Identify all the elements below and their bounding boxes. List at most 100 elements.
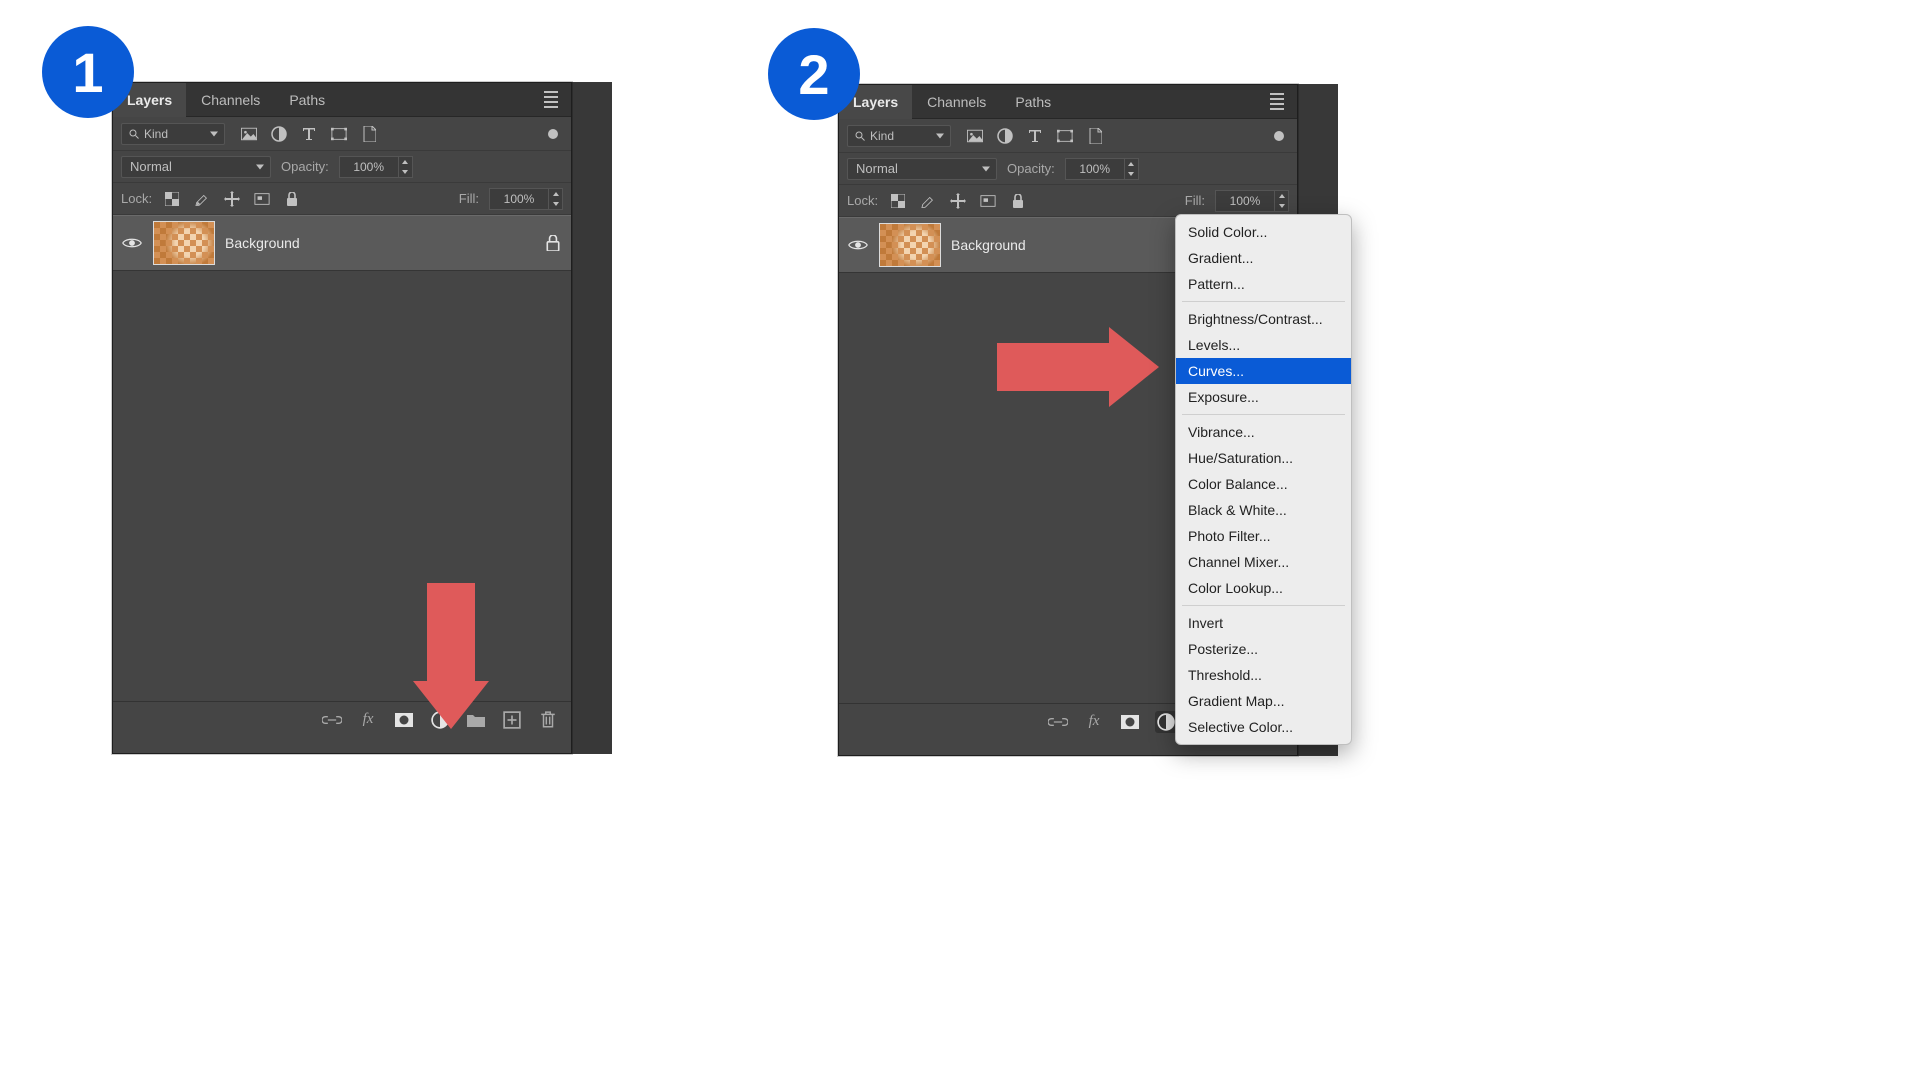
lock-position-icon[interactable] [222, 189, 242, 209]
filter-shape-icon[interactable] [329, 124, 349, 144]
layer-mask-icon[interactable] [393, 709, 415, 731]
lock-row: Lock: Fill: 100% [839, 185, 1297, 217]
blend-mode-value: Normal [130, 159, 172, 174]
filter-kind-label: Kind [144, 127, 168, 141]
menu-item-brightness-contrast[interactable]: Brightness/Contrast... [1176, 306, 1351, 332]
lock-all-icon[interactable] [282, 189, 302, 209]
layer-name-label: Background [951, 237, 1026, 253]
callout-arrow-down [413, 583, 489, 743]
link-layers-icon[interactable] [321, 709, 343, 731]
opacity-input[interactable]: 100% [1065, 158, 1125, 180]
tab-label-layers: Layers [853, 94, 898, 110]
menu-item-solid-color[interactable]: Solid Color... [1176, 219, 1351, 245]
layer-row-background[interactable]: Background [113, 215, 571, 271]
fill-stepper[interactable] [1275, 190, 1289, 212]
filter-toggle-icon[interactable] [1269, 126, 1289, 146]
fill-value: 100% [504, 192, 535, 206]
panel-menu-icon[interactable] [537, 86, 565, 114]
menu-item-hue-saturation[interactable]: Hue/Saturation... [1176, 445, 1351, 471]
menu-item-black-white[interactable]: Black & White... [1176, 497, 1351, 523]
filter-adjustment-icon[interactable] [995, 126, 1015, 146]
tab-label-channels: Channels [927, 94, 986, 110]
blend-mode-value: Normal [856, 161, 898, 176]
tutorial-step-1: 1 Layers Channels Paths Kind [84, 38, 624, 758]
panel-menu-icon[interactable] [1263, 88, 1291, 116]
menu-item-selective-color[interactable]: Selective Color... [1176, 714, 1351, 740]
delete-layer-icon[interactable] [537, 709, 559, 731]
layers-panel: Layers Channels Paths Kind [112, 82, 572, 754]
menu-item-gradient-map[interactable]: Gradient Map... [1176, 688, 1351, 714]
menu-item-pattern[interactable]: Pattern... [1176, 271, 1351, 297]
lock-all-icon[interactable] [1008, 191, 1028, 211]
blend-mode-select[interactable]: Normal [121, 156, 271, 178]
tab-label-channels: Channels [201, 92, 260, 108]
menu-item-posterize[interactable]: Posterize... [1176, 636, 1351, 662]
search-icon [128, 128, 140, 140]
layer-mask-icon[interactable] [1119, 711, 1141, 733]
menu-item-color-lookup[interactable]: Color Lookup... [1176, 575, 1351, 601]
tab-label-layers: Layers [127, 92, 172, 108]
lock-artboard-icon[interactable] [252, 189, 272, 209]
layer-thumbnail[interactable] [879, 223, 941, 267]
filter-pixel-icon[interactable] [239, 124, 259, 144]
lock-position-icon[interactable] [948, 191, 968, 211]
opacity-stepper[interactable] [399, 156, 413, 178]
layer-list: Background [113, 215, 571, 701]
layer-thumbnail[interactable] [153, 221, 215, 265]
opacity-label: Opacity: [1007, 161, 1055, 176]
visibility-toggle-icon[interactable] [121, 232, 143, 254]
filter-shape-icon[interactable] [1055, 126, 1075, 146]
tab-channels[interactable]: Channels [912, 85, 1000, 119]
visibility-toggle-icon[interactable] [847, 234, 869, 256]
tab-paths[interactable]: Paths [274, 83, 339, 117]
layer-lock-indicator-icon [543, 233, 563, 253]
new-layer-icon[interactable] [501, 709, 523, 731]
menu-item-exposure[interactable]: Exposure... [1176, 384, 1351, 410]
lock-transparency-icon[interactable] [162, 189, 182, 209]
filter-kind-select[interactable]: Kind [121, 123, 225, 145]
lock-pixels-icon[interactable] [192, 189, 212, 209]
layer-effects-icon[interactable]: fx [1083, 711, 1105, 733]
filter-smartobject-icon[interactable] [359, 124, 379, 144]
lock-pixels-icon[interactable] [918, 191, 938, 211]
opacity-value: 100% [1079, 162, 1110, 176]
step-number: 1 [72, 40, 103, 105]
menu-item-invert[interactable]: Invert [1176, 610, 1351, 636]
fill-input[interactable]: 100% [1215, 190, 1275, 212]
opacity-value: 100% [353, 160, 384, 174]
filter-type-icon[interactable] [299, 124, 319, 144]
opacity-input[interactable]: 100% [339, 156, 399, 178]
lock-transparency-icon[interactable] [888, 191, 908, 211]
filter-toggle-icon[interactable] [543, 124, 563, 144]
menu-item-curves[interactable]: Curves... [1176, 358, 1351, 384]
menu-item-vibrance[interactable]: Vibrance... [1176, 419, 1351, 445]
filter-pixel-icon[interactable] [965, 126, 985, 146]
new-adjustment-layer-menu[interactable]: Solid Color...Gradient...Pattern... Brigh… [1175, 214, 1352, 745]
layer-list-empty-area [113, 271, 571, 701]
menu-item-threshold[interactable]: Threshold... [1176, 662, 1351, 688]
menu-item-levels[interactable]: Levels... [1176, 332, 1351, 358]
adjustment-layer-icon[interactable] [1155, 711, 1177, 733]
menu-separator [1182, 301, 1345, 302]
filter-kind-select[interactable]: Kind [847, 125, 951, 147]
menu-item-channel-mixer[interactable]: Channel Mixer... [1176, 549, 1351, 575]
filter-adjustment-icon[interactable] [269, 124, 289, 144]
menu-item-gradient[interactable]: Gradient... [1176, 245, 1351, 271]
lock-artboard-icon[interactable] [978, 191, 998, 211]
menu-item-color-balance[interactable]: Color Balance... [1176, 471, 1351, 497]
search-icon [854, 130, 866, 142]
tab-label-paths: Paths [289, 92, 325, 108]
blend-mode-select[interactable]: Normal [847, 158, 997, 180]
menu-separator [1182, 605, 1345, 606]
fill-stepper[interactable] [549, 188, 563, 210]
link-layers-icon[interactable] [1047, 711, 1069, 733]
opacity-stepper[interactable] [1125, 158, 1139, 180]
fill-input[interactable]: 100% [489, 188, 549, 210]
tab-paths[interactable]: Paths [1000, 85, 1065, 119]
tab-channels[interactable]: Channels [186, 83, 274, 117]
menu-item-photo-filter[interactable]: Photo Filter... [1176, 523, 1351, 549]
filter-smartobject-icon[interactable] [1085, 126, 1105, 146]
step-badge-2: 2 [768, 28, 860, 120]
layer-effects-icon[interactable]: fx [357, 709, 379, 731]
filter-type-icon[interactable] [1025, 126, 1045, 146]
